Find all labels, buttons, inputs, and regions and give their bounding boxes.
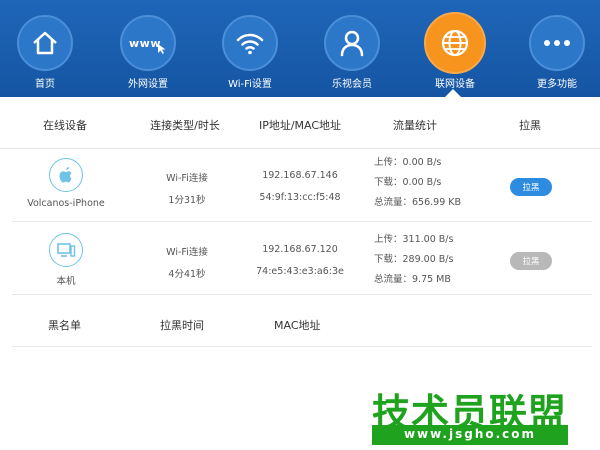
connection-type: Wi-Fi连接 xyxy=(166,173,208,184)
mac-address: 54:9f:13:cc:f5:48 xyxy=(259,192,341,203)
nav-item-home[interactable]: 首页 xyxy=(10,15,80,90)
nav-label-connected-devices: 联网设备 xyxy=(435,79,475,90)
nav-item-wan-settings[interactable]: www 外网设置 xyxy=(113,15,183,90)
more-dots-icon xyxy=(529,15,585,71)
mac-address: 74:e5:43:e3:a6:3e xyxy=(256,266,344,277)
devices-table-header: 在线设备 连接类型/时长 IP地址/MAC地址 流量统计 拉黑 xyxy=(0,97,600,149)
nav-label-wifi-settings: Wi-Fi设置 xyxy=(228,79,272,90)
watermark-url-bar: www.jsgho.com xyxy=(372,425,568,445)
header-mac-address: MAC地址 xyxy=(274,319,321,332)
active-tab-pointer xyxy=(445,89,461,97)
download-rate: 下载：289.00 B/s xyxy=(374,254,454,265)
header-traffic: 流量统计 xyxy=(393,119,437,132)
upload-rate: 上传：0.00 B/s xyxy=(374,157,442,168)
block-button[interactable]: 拉黑 xyxy=(510,252,552,270)
home-icon xyxy=(17,15,73,71)
header-online-devices: 在线设备 xyxy=(43,119,87,132)
total-traffic: 总流量：9.75 MB xyxy=(374,274,451,285)
connection-duration: 4分41秒 xyxy=(168,269,206,280)
block-button[interactable]: 拉黑 xyxy=(510,178,552,196)
globe-icon xyxy=(424,12,486,74)
connection-duration: 1分31秒 xyxy=(168,195,206,206)
header-blacklist: 黑名单 xyxy=(48,319,81,332)
device-name: Volcanos-iPhone xyxy=(27,198,105,209)
download-rate: 下载：0.00 B/s xyxy=(374,177,442,188)
nav-item-connected-devices[interactable]: 联网设备 xyxy=(420,12,490,90)
nav-item-letv-member[interactable]: 乐视会员 xyxy=(317,15,387,90)
connection-type: Wi-Fi连接 xyxy=(166,247,208,258)
table-row: Volcanos-iPhone Wi-Fi连接 1分31秒 192.168.67… xyxy=(12,149,592,222)
nav-label-home: 首页 xyxy=(35,79,55,90)
header-block-time: 拉黑时间 xyxy=(160,319,204,332)
header-connection-type: 连接类型/时长 xyxy=(150,119,220,132)
traffic-stats: 上传：311.00 B/s 下载：289.00 B/s 总流量：9.75 MB xyxy=(374,230,453,290)
top-nav-bar: 首页 www 外网设置 Wi-Fi设置 乐视会员 联网设备 更多功能 xyxy=(0,0,600,97)
upload-rate: 上传：311.00 B/s xyxy=(374,234,454,245)
watermark-url: www.jsgho.com xyxy=(403,427,537,441)
device-name: 本机 xyxy=(56,276,76,287)
traffic-stats: 上传：0.00 B/s 下载：0.00 B/s 总流量：656.99 KB xyxy=(374,153,461,213)
nav-label-wan-settings: 外网设置 xyxy=(128,79,168,90)
nav-item-wifi-settings[interactable]: Wi-Fi设置 xyxy=(215,15,285,90)
apple-icon xyxy=(49,158,83,192)
wifi-icon xyxy=(222,15,278,71)
header-ip-mac: IP地址/MAC地址 xyxy=(258,119,342,132)
user-icon xyxy=(324,15,380,71)
ip-address: 192.168.67.120 xyxy=(262,244,338,255)
nav-label-letv-member: 乐视会员 xyxy=(332,79,372,90)
nav-label-more-functions: 更多功能 xyxy=(537,79,577,90)
ip-address: 192.168.67.146 xyxy=(262,170,338,181)
header-block: 拉黑 xyxy=(519,119,541,132)
blacklist-table-header: 黑名单 拉黑时间 MAC地址 xyxy=(12,297,592,347)
computer-icon xyxy=(49,233,83,267)
total-traffic: 总流量：656.99 KB xyxy=(374,197,462,208)
nav-item-more-functions[interactable]: 更多功能 xyxy=(522,15,592,90)
www-cursor-icon: www xyxy=(120,15,176,71)
table-row: 本机 Wi-Fi连接 4分41秒 192.168.67.120 74:e5:43… xyxy=(12,222,592,295)
